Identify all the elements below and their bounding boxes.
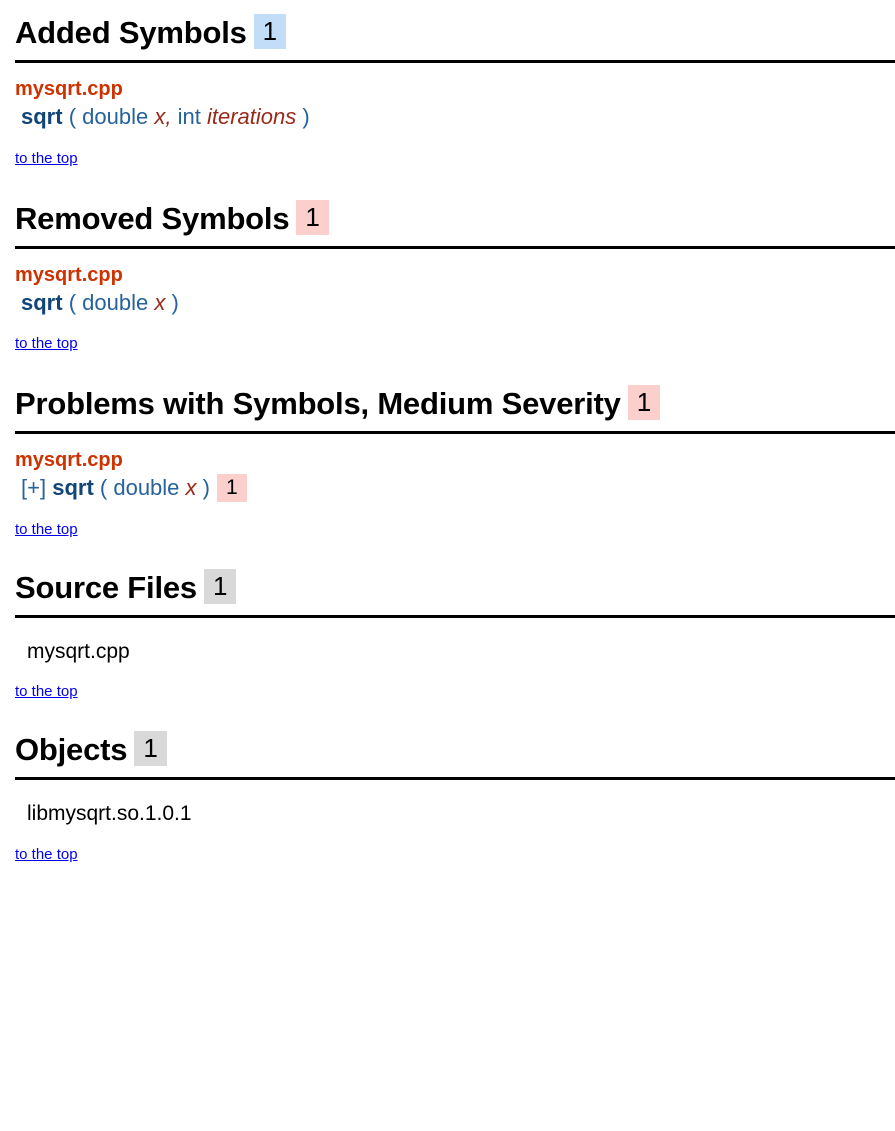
removed-symbols-file-name: mysqrt.cpp — [15, 263, 123, 286]
source-files-heading: Source Files 1 — [0, 555, 895, 610]
objects-heading: Objects 1 — [0, 717, 895, 772]
to-the-top-link[interactable]: to the top — [15, 150, 78, 167]
removed-symbol-signature: sqrt ( double x ) — [15, 288, 895, 318]
source-files-count-badge: 1 — [203, 569, 237, 605]
problem-symbol-signature: [+] sqrt ( double x ) 1 — [15, 473, 895, 503]
problem-symbol-close-paren: ) — [202, 475, 210, 501]
list-item: libmysqrt.so.1.0.1 — [27, 802, 192, 826]
section-removed-symbols: Removed Symbols 1 mysqrt.cpp sqrt ( doubl… — [0, 168, 895, 354]
problem-symbol-type-1: double — [113, 475, 180, 501]
problems-file-name: mysqrt.cpp — [15, 449, 123, 472]
added-symbol-type-1: double — [82, 104, 149, 129]
added-symbols-title: Added Symbols — [15, 15, 247, 50]
section-objects: Objects 1 libmysqrt.so.1.0.1 to the top — [0, 701, 895, 863]
removed-symbol-name: sqrt — [21, 289, 63, 315]
removed-symbol-type-1: double — [82, 289, 149, 315]
added-symbol-param-1: x — [154, 104, 166, 129]
problems-count-badge: 1 — [627, 385, 660, 421]
removed-symbols-body: mysqrt.cpp sqrt ( double x ) — [0, 249, 895, 318]
list-item: mysqrt.cpp — [27, 640, 130, 664]
report-page: Added Symbols 1 mysqrt.cpp sqrt ( double … — [0, 0, 895, 864]
to-the-top-link[interactable]: to the top — [15, 846, 78, 863]
removed-symbol-open-paren: ( — [68, 289, 77, 315]
section-problems-with-symbols: Problems with Symbols, Medium Severity 1 … — [0, 353, 895, 539]
objects-count-badge: 1 — [134, 731, 167, 767]
added-symbol-type-2: int — [177, 104, 201, 129]
problem-symbol-param-1: x — [185, 475, 197, 501]
section-source-files: Source Files 1 mysqrt.cpp to the top — [0, 539, 895, 701]
problem-symbol-count-badge: 1 — [217, 474, 247, 503]
objects-body: libmysqrt.so.1.0.1 — [0, 780, 895, 827]
to-the-top-link[interactable]: to the top — [15, 521, 78, 538]
source-files-body: mysqrt.cpp — [0, 618, 895, 665]
added-symbol-param-2: iterations — [206, 104, 297, 129]
added-symbol-open-paren: ( — [68, 104, 77, 129]
added-symbols-count-badge: 1 — [253, 14, 286, 49]
to-the-top-link[interactable]: to the top — [15, 683, 78, 700]
problems-title: Problems with Symbols, Medium Severity — [15, 386, 621, 422]
problems-body: mysqrt.cpp [+] sqrt ( double x ) 1 — [0, 434, 895, 503]
added-symbol-name: sqrt — [21, 104, 63, 129]
added-symbols-body: mysqrt.cpp sqrt ( double x, int iteratio… — [0, 63, 895, 132]
added-symbol-comma: , — [165, 104, 172, 129]
source-files-top-link-row: to the top — [0, 665, 895, 701]
removed-symbol-close-paren: ) — [171, 289, 179, 315]
problems-heading: Problems with Symbols, Medium Severity 1 — [0, 371, 895, 426]
objects-top-link-row: to the top — [0, 828, 895, 864]
problem-symbol-name: sqrt — [52, 475, 94, 501]
section-added-symbols: Added Symbols 1 mysqrt.cpp sqrt ( double … — [0, 0, 895, 168]
problem-symbol-open-paren: ( — [99, 475, 108, 501]
removed-symbols-top-link-row: to the top — [0, 317, 895, 353]
added-symbols-file-name: mysqrt.cpp — [15, 78, 123, 100]
added-symbol-close-paren: ) — [302, 104, 310, 129]
added-symbols-top-link-row: to the top — [0, 132, 895, 168]
added-symbols-heading: Added Symbols 1 — [0, 0, 895, 55]
removed-symbols-title: Removed Symbols — [15, 200, 290, 236]
removed-symbols-count-badge: 1 — [296, 199, 329, 235]
objects-title: Objects — [15, 732, 128, 768]
source-files-title: Source Files — [15, 570, 197, 606]
expand-toggle-icon[interactable]: [+] — [21, 475, 46, 500]
problems-top-link-row: to the top — [0, 503, 895, 539]
removed-symbol-param-1: x — [154, 289, 166, 315]
to-the-top-link[interactable]: to the top — [15, 335, 78, 352]
removed-symbols-heading: Removed Symbols 1 — [0, 186, 895, 241]
added-symbol-signature: sqrt ( double x, int iterations ) — [15, 102, 895, 132]
